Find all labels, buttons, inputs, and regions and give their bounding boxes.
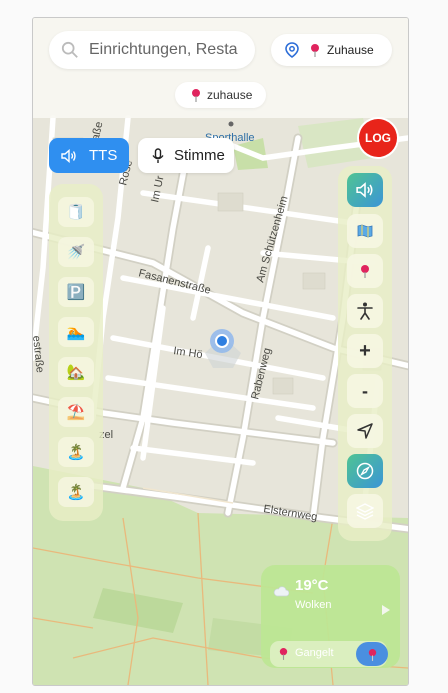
- toilet-icon: 🧻: [66, 204, 86, 221]
- map-button[interactable]: [347, 214, 383, 248]
- compass-button[interactable]: [347, 454, 383, 488]
- zoom-in-button[interactable]: +: [347, 334, 383, 368]
- weather-location-label: Gangelt: [295, 647, 334, 659]
- palm-tree-icon: 🏝️: [66, 484, 86, 501]
- accessibility-icon: [357, 302, 373, 320]
- tts-button-label: TTS: [89, 147, 118, 164]
- log-button[interactable]: LOG: [359, 119, 397, 157]
- map-controls-panel: + -: [338, 166, 392, 541]
- navigate-icon: [357, 423, 373, 439]
- compass-icon: [356, 462, 374, 480]
- shower-button[interactable]: 🚿: [58, 237, 94, 267]
- pool-icon: 🏊: [66, 324, 86, 341]
- pushpin-icon: [368, 648, 376, 661]
- app-frame: Sporthalle Fasanenstraße Im Hö Am Schütz…: [32, 17, 409, 686]
- home-button[interactable]: Zuhause: [271, 34, 392, 66]
- speaker-icon: [356, 182, 373, 198]
- pushpin-icon: [279, 648, 288, 660]
- tts-button[interactable]: TTS: [49, 138, 129, 173]
- location-pin-outline-icon: [285, 42, 299, 58]
- speaker-icon: [61, 148, 76, 163]
- poi-filter-panel: 🧻 🚿 🅿️ 🏊 🏡 ⛱️ 🏝️ 🏝️: [49, 184, 103, 521]
- island-button[interactable]: 🏝️: [58, 437, 94, 467]
- saved-location-chip[interactable]: zuhause: [175, 82, 266, 108]
- microphone-icon: [152, 147, 164, 163]
- weather-location-row: Gangelt: [270, 641, 388, 667]
- parking-button[interactable]: 🅿️: [58, 277, 94, 307]
- search-box[interactable]: [49, 31, 255, 69]
- shower-icon: 🚿: [66, 244, 86, 261]
- zoom-in-icon: +: [359, 339, 371, 362]
- pushpin-icon: [192, 89, 200, 102]
- accessibility-button[interactable]: [347, 294, 383, 328]
- pin-button[interactable]: [347, 254, 383, 288]
- island-button[interactable]: 🏝️: [58, 477, 94, 507]
- play-icon[interactable]: [381, 604, 391, 616]
- beach-umbrella-icon: ⛱️: [66, 404, 86, 421]
- map-icon: [357, 224, 373, 238]
- voice-button-label: Stimme: [174, 147, 225, 164]
- saved-location-label: zuhause: [207, 88, 253, 102]
- toilet-button[interactable]: 🧻: [58, 197, 94, 227]
- search-input[interactable]: [89, 41, 249, 59]
- home-button-label: Zuhause: [327, 43, 374, 57]
- weather-temperature: 19°C: [295, 577, 329, 594]
- weather-condition: Wolken: [295, 599, 332, 611]
- weather-location-button[interactable]: [356, 642, 388, 666]
- zoom-out-button[interactable]: -: [347, 374, 383, 408]
- parking-icon: 🅿️: [66, 284, 86, 301]
- search-icon: [61, 41, 78, 58]
- navigate-button[interactable]: [347, 414, 383, 448]
- weather-widget[interactable]: 19°C Wolken Gangelt: [261, 565, 400, 668]
- voice-button[interactable]: Stimme: [138, 138, 234, 173]
- layers-button[interactable]: [347, 494, 383, 528]
- pool-button[interactable]: 🏊: [58, 317, 94, 347]
- pushpin-icon: [361, 265, 369, 278]
- house-icon: 🏡: [66, 364, 86, 381]
- cloud-icon: [273, 586, 289, 597]
- house-button[interactable]: 🏡: [58, 357, 94, 387]
- log-button-label: LOG: [365, 131, 391, 145]
- speaker-button[interactable]: [347, 173, 383, 207]
- beach-button[interactable]: ⛱️: [58, 397, 94, 427]
- palm-tree-icon: 🏝️: [66, 444, 86, 461]
- layers-icon: [356, 503, 374, 520]
- pushpin-icon: [311, 44, 319, 57]
- zoom-out-icon: -: [362, 380, 368, 401]
